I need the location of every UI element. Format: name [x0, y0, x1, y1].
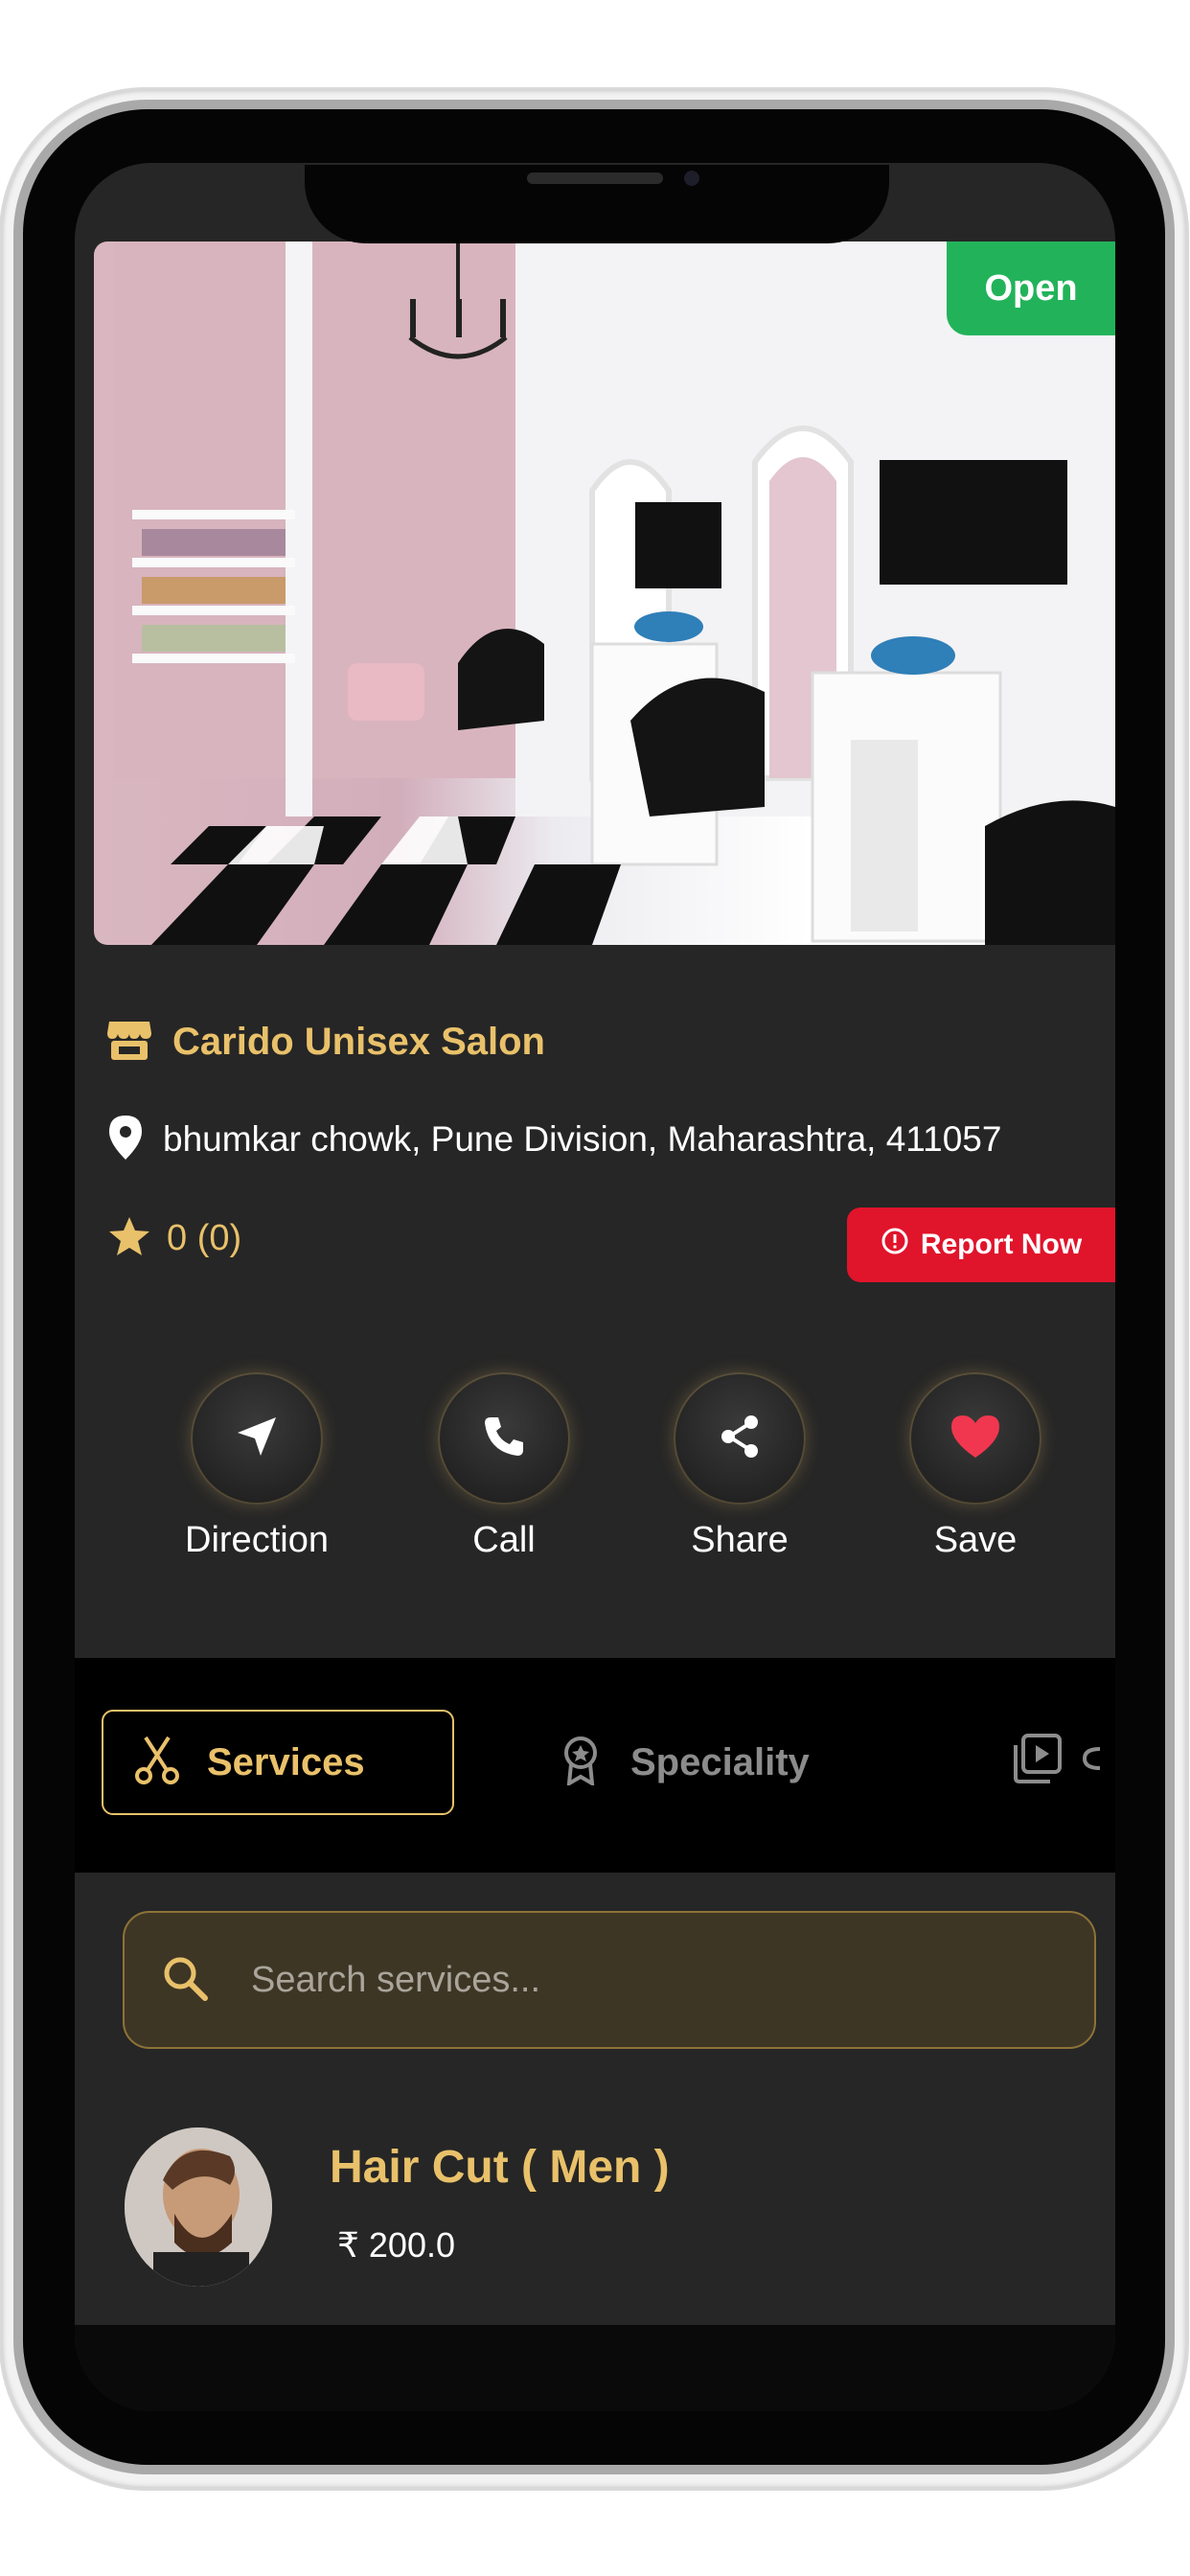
navigation-arrow-icon: [234, 1414, 280, 1463]
salon-title-row: Carido Unisex Salon: [105, 1018, 545, 1066]
alert-circle-icon: [881, 1227, 909, 1263]
share-circle: [674, 1372, 806, 1505]
tab-services-label: Services: [207, 1740, 365, 1783]
search-icon: [161, 1954, 209, 2006]
store-icon: [105, 1018, 153, 1066]
save-button[interactable]: Save: [880, 1372, 1071, 1561]
app-screen: Open Carido Unisex Salon bhumkar chowk, …: [75, 163, 1115, 2411]
salon-address: bhumkar chowk, Pune Division, Maharashtr…: [163, 1119, 1002, 1159]
award-badge-icon: [561, 1736, 600, 1789]
phone-speaker: [527, 172, 663, 184]
save-circle: [909, 1372, 1041, 1505]
rating-row: 0 (0): [107, 1215, 241, 1261]
search-input[interactable]: [249, 1958, 1039, 2002]
open-status-badge: Open: [947, 242, 1115, 335]
call-label: Call: [472, 1520, 536, 1560]
direction-label: Direction: [185, 1520, 329, 1560]
map-pin-icon: [105, 1114, 146, 1165]
call-button[interactable]: Call: [408, 1372, 600, 1561]
call-circle: [438, 1372, 570, 1505]
star-icon: [107, 1215, 151, 1261]
share-button[interactable]: Share: [644, 1372, 835, 1561]
service-name[interactable]: Hair Cut ( Men ): [330, 2141, 670, 2194]
report-now-button[interactable]: Report Now: [847, 1208, 1115, 1282]
direction-button[interactable]: Direction: [161, 1372, 353, 1561]
gallery-play-icon: [1010, 1732, 1064, 1789]
tab-speciality[interactable]: Speciality: [561, 1710, 810, 1815]
report-now-label: Report Now: [920, 1229, 1083, 1260]
tab-services[interactable]: Services: [102, 1710, 454, 1815]
share-label: Share: [691, 1520, 789, 1560]
phone-icon: [481, 1414, 527, 1463]
service-price: ₹ 200.0: [337, 2225, 455, 2265]
bottom-bar: [75, 2325, 1115, 2411]
service-avatar: [125, 2128, 272, 2287]
heart-icon: [950, 1413, 1001, 1464]
phone-camera: [684, 171, 699, 186]
rating-value: 0 (0): [167, 1217, 242, 1258]
partial-tab-glyph: [1081, 1739, 1101, 1782]
share-icon: [716, 1413, 764, 1464]
tab-gallery[interactable]: [1010, 1732, 1101, 1789]
salon-name: Carido Unisex Salon: [172, 1020, 545, 1063]
salon-photo: [94, 242, 1115, 945]
search-bar[interactable]: [123, 1911, 1096, 2049]
address-row[interactable]: bhumkar chowk, Pune Division, Maharashtr…: [105, 1114, 1001, 1165]
scissors-icon: [134, 1736, 180, 1789]
tab-speciality-label: Speciality: [630, 1740, 810, 1783]
save-label: Save: [933, 1520, 1018, 1560]
direction-circle: [191, 1372, 323, 1505]
